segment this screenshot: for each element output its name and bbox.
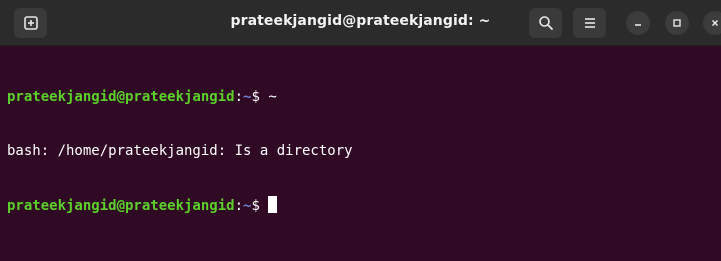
prompt-user-host: prateekjangid@prateekjangid — [7, 89, 235, 105]
window-title: prateekjangid@prateekjangid: ~ — [230, 13, 491, 29]
output-text: bash: /home/prateekjangid: Is a director… — [7, 143, 353, 159]
maximize-icon — [673, 19, 681, 27]
search-icon — [538, 16, 553, 30]
hamburger-menu-icon — [584, 18, 595, 28]
command-text: ~ — [268, 89, 277, 105]
title-bar: prateekjangid@prateekjangid: ~ — [0, 0, 721, 46]
terminal-window: prateekjangid@prateekjangid: ~ prateekja… — [0, 0, 721, 261]
minimize-button[interactable] — [626, 11, 650, 35]
prompt-symbol: $ — [251, 198, 269, 214]
terminal-output[interactable]: prateekjangid@prateekjangid:~$ ~ bash: /… — [7, 52, 353, 250]
new-tab-button[interactable] — [14, 8, 47, 38]
close-button[interactable] — [703, 11, 721, 35]
search-button[interactable] — [529, 8, 562, 38]
close-icon — [711, 19, 719, 27]
prompt-user-host: prateekjangid@prateekjangid — [7, 198, 235, 214]
minimize-icon — [635, 24, 641, 26]
prompt-line: prateekjangid@prateekjangid:~$ ~ — [7, 88, 353, 106]
prompt-separator: : — [234, 89, 244, 105]
output-line: bash: /home/prateekjangid: Is a director… — [7, 142, 353, 160]
new-tab-icon — [23, 16, 38, 30]
menu-button[interactable] — [573, 8, 606, 38]
maximize-button[interactable] — [665, 11, 689, 35]
text-cursor — [268, 196, 278, 213]
prompt-symbol: $ — [251, 89, 269, 105]
prompt-line: prateekjangid@prateekjangid:~$ — [7, 196, 353, 214]
prompt-separator: : — [234, 198, 244, 214]
